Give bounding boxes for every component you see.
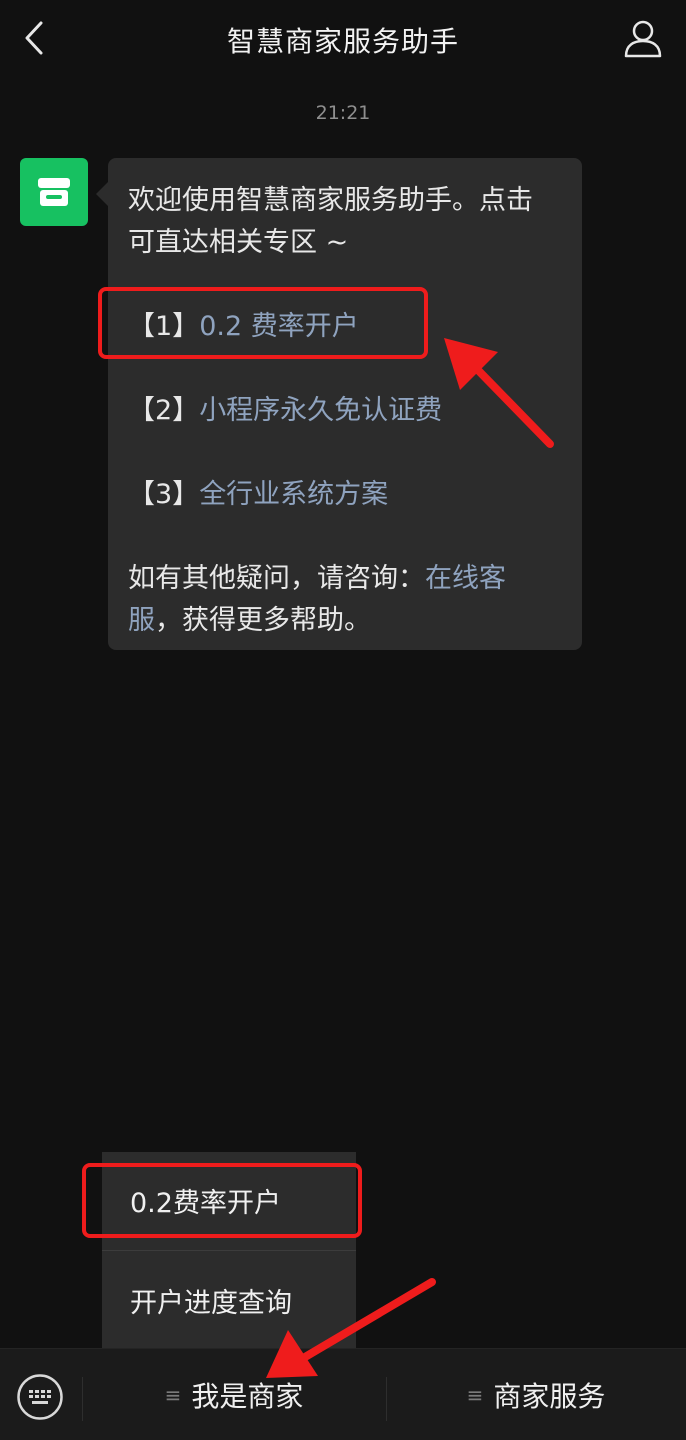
annotation-arrows <box>266 338 554 1378</box>
arrow-to-link <box>444 338 554 448</box>
arrow-to-tab <box>266 1278 436 1378</box>
chat-screen: 智慧商家服务助手 21:21 欢迎使用智慧商家服务助手。点击 可直达相关专区 ~… <box>0 0 686 1440</box>
